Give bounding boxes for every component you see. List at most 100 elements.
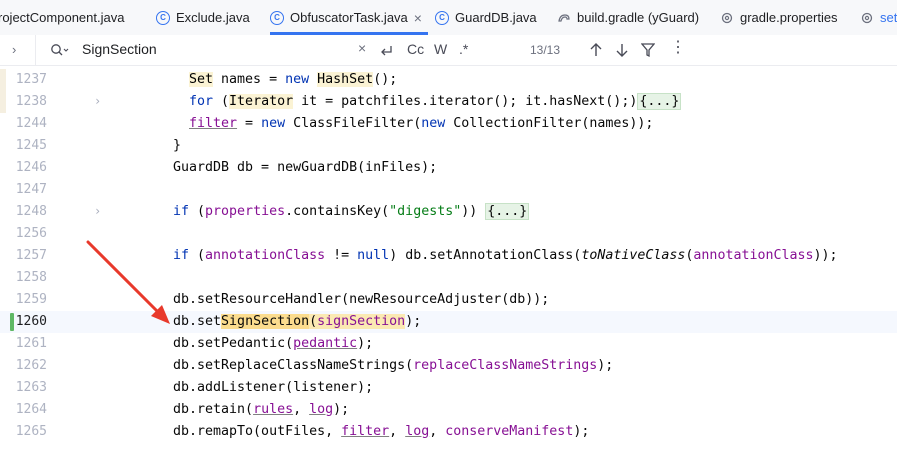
folded-region[interactable]: {...} [485, 203, 530, 220]
code-token: GuardDB db = newGuardDB(inFiles); [173, 160, 438, 175]
code-line: 1257 if (annotationClass != null) db.set… [0, 245, 897, 267]
gradle-icon [558, 13, 570, 22]
fold-expand-icon[interactable]: › [94, 94, 101, 108]
code-line: 1265 db.remapTo(outFiles, filter, log, c… [0, 421, 897, 443]
code-token: names = [213, 72, 286, 87]
code-line: 1263 db.addListener(listener); [0, 377, 897, 399]
code-token: db.setResourceHandler(newResourceAdjuste… [173, 292, 550, 307]
clear-search-icon[interactable]: × [358, 40, 366, 56]
code-token: properties [205, 204, 286, 219]
line-number: 1265 [15, 424, 47, 439]
code-token: new [285, 72, 310, 87]
line-number: 1244 [15, 116, 47, 131]
code-token: if [173, 204, 190, 219]
divider [35, 35, 36, 65]
code-line: 1247 [0, 179, 897, 201]
search-match: signSection [317, 314, 406, 329]
code-token: HashSet [317, 72, 374, 87]
tab-label: gradle.properties [740, 10, 838, 25]
code-token: = [237, 116, 262, 131]
code-token: , [429, 424, 446, 439]
code-line: 1262 db.setReplaceClassNameStrings(repla… [0, 355, 897, 377]
line-number: 1261 [15, 336, 47, 351]
filter-icon[interactable] [641, 42, 655, 58]
arrow-down-icon[interactable] [615, 42, 629, 58]
line-number: 1237 [15, 72, 47, 87]
code-token: new [421, 116, 446, 131]
whole-words-button[interactable]: W [434, 41, 447, 57]
line-number: 1262 [15, 358, 47, 373]
code-token: .containsKey( [285, 204, 390, 219]
line-number: 1248 [15, 204, 47, 219]
arrow-up-icon[interactable] [589, 42, 603, 58]
code-line: 1244 filter = new ClassFileFilter(new Co… [0, 113, 897, 135]
tab-label: Exclude.java [176, 10, 250, 25]
java-class-icon: C [270, 10, 284, 25]
code-token: conserveManifest [445, 424, 574, 439]
code-token: ); [573, 424, 590, 439]
folded-region[interactable]: {...} [637, 93, 682, 110]
code-line: 1238 › for (Iterator it = patchfiles.ite… [0, 91, 897, 113]
new-line-icon[interactable] [378, 44, 394, 58]
match-case-button[interactable]: Cc [407, 41, 424, 57]
code-token: ) db.setAnnotationClass( [389, 248, 582, 263]
code-token: filter [189, 116, 238, 131]
code-token: (); [373, 72, 398, 87]
code-token: new [261, 116, 286, 131]
code-token: ( [189, 204, 206, 219]
code-token: )) [461, 204, 486, 219]
code-token: db.remapTo(outFiles, [173, 424, 342, 439]
code-line: 1258 [0, 267, 897, 289]
code-token: ( [309, 314, 318, 329]
tab-label: rojectComponent.java [0, 10, 125, 25]
line-number: 1257 [15, 248, 47, 263]
search-input[interactable]: SignSection [82, 41, 157, 57]
gear-icon [861, 12, 873, 23]
line-number: 1258 [15, 270, 47, 285]
match-count: 13/13 [530, 43, 561, 57]
tab-project-component[interactable]: rojectComponent.java [0, 0, 124, 35]
code-line: 1259 db.setResourceHandler(newResourceAd… [0, 289, 897, 311]
code-line: 1246 GuardDB db = newGuardDB(inFiles); [0, 157, 897, 179]
line-number: 1256 [15, 226, 47, 241]
tab-obfuscator-task[interactable]: C ObfuscatorTask.java × [270, 0, 428, 35]
regex-button[interactable]: .* [459, 41, 468, 57]
tab-gradle-properties[interactable]: gradle.properties [720, 0, 838, 35]
chevron-right-icon[interactable]: › [12, 42, 16, 57]
search-icon[interactable] [50, 43, 70, 57]
code-token: null [357, 248, 390, 263]
code-line: 1237 Set names = new HashSet(); [0, 69, 897, 91]
tab-label: GuardDB.java [455, 10, 537, 25]
close-icon[interactable]: × [414, 10, 422, 26]
code-token: } [173, 138, 182, 153]
more-options-icon[interactable]: ⋮ [670, 37, 686, 57]
find-bar: › SignSection × Cc W .* 13/13 ⋮ [0, 35, 897, 66]
gear-icon [721, 12, 733, 23]
tab-label: build.gradle (yGuard) [577, 10, 700, 25]
tab-settings[interactable]: set [860, 0, 897, 35]
line-number: 1264 [15, 402, 47, 417]
java-class-icon: C [156, 10, 170, 25]
tab-build-gradle[interactable]: build.gradle (yGuard) [557, 0, 699, 35]
code-line: 1264 db.retain(rules, log); [0, 399, 897, 421]
code-token: annotationClass [693, 248, 814, 263]
code-token: Set [189, 72, 214, 87]
code-token: if [173, 248, 190, 263]
code-token: ); [597, 358, 614, 373]
code-line: 1256 [0, 223, 897, 245]
tab-guard-db[interactable]: C GuardDB.java [435, 0, 537, 35]
fold-expand-icon[interactable]: › [94, 204, 101, 218]
code-token: db.retain( [173, 402, 254, 417]
code-editor[interactable]: 1237 Set names = new HashSet(); 1238 › f… [0, 66, 897, 453]
tab-label: ObfuscatorTask.java [290, 10, 408, 25]
search-match: SignSection [221, 314, 310, 329]
code-token: != [325, 248, 358, 263]
code-token: db.setReplaceClassNameStrings( [173, 358, 414, 373]
code-token: log [309, 402, 334, 417]
code-token: toNativeClass [581, 248, 686, 263]
code-token: Iterator [229, 94, 294, 109]
java-class-icon: C [435, 10, 449, 25]
code-token: annotationClass [205, 248, 326, 263]
tab-exclude[interactable]: C Exclude.java [156, 0, 250, 35]
code-token: replaceClassNameStrings [413, 358, 598, 373]
